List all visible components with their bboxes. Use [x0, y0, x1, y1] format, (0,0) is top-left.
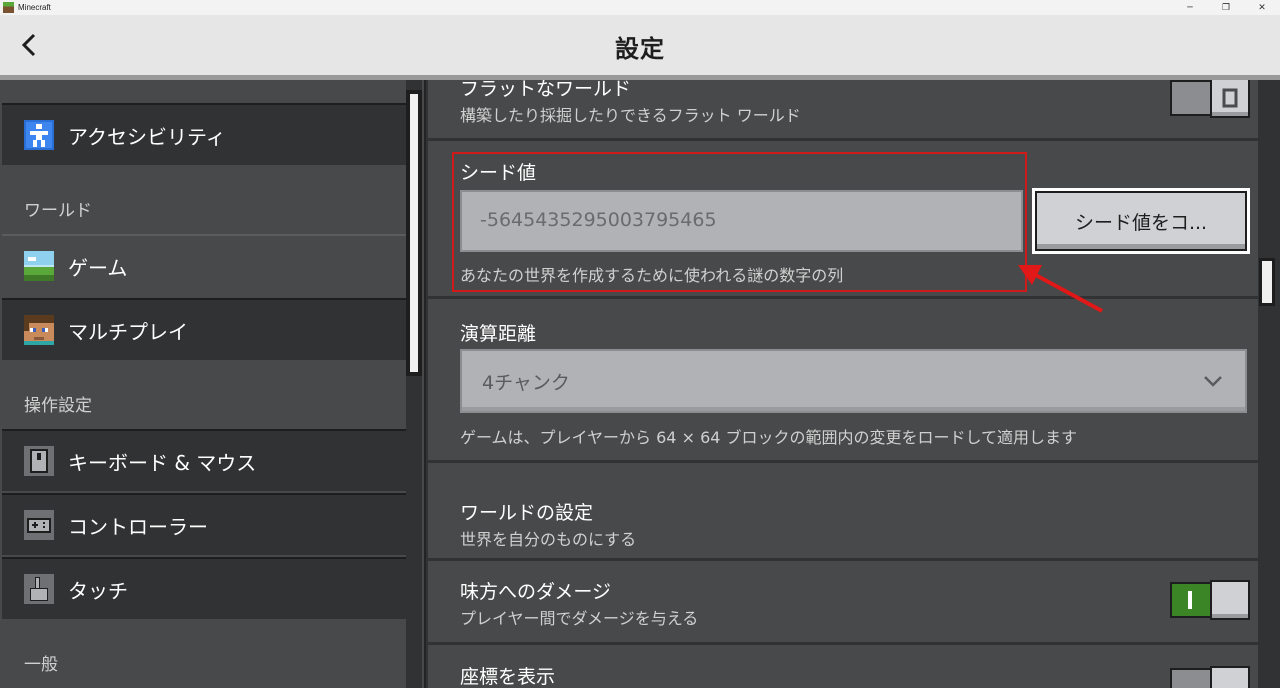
friendly-fire-desc: プレイヤー間でダメージを与える	[460, 609, 699, 628]
world-settings-desc: 世界を自分のものにする	[460, 530, 637, 549]
red-arrow-annotation	[1018, 265, 1103, 313]
sidebar-item-game[interactable]: ゲーム	[2, 234, 406, 296]
minecraft-app-icon	[3, 2, 14, 13]
mouse-icon	[24, 446, 54, 476]
landscape-icon	[24, 251, 54, 281]
flat-world-toggle[interactable]	[1170, 80, 1250, 118]
seed-highlight-annotation	[452, 152, 1027, 292]
row-divider	[428, 138, 1258, 141]
sim-distance-title: 演算距離	[460, 323, 537, 345]
sidebar-item-accessibility[interactable]: アクセシビリティ	[2, 103, 406, 165]
sidebar-item-label: アクセシビリティ	[68, 124, 226, 149]
copy-seed-button-face: シード値をコ...	[1035, 191, 1247, 251]
page-title: 設定	[615, 35, 665, 63]
accessibility-icon	[24, 120, 54, 150]
friendly-fire-toggle[interactable]	[1170, 580, 1250, 620]
content-scrollbar-track[interactable]	[1258, 80, 1280, 688]
restore-button[interactable]: ❐	[1208, 0, 1244, 15]
sidebar-item-touch[interactable]: タッチ	[2, 557, 406, 619]
show-coords-toggle[interactable]	[1170, 666, 1250, 688]
world-settings-title[interactable]: ワールドの設定	[460, 498, 593, 525]
show-coords-title: 座標を表示	[460, 666, 556, 688]
row-divider	[428, 296, 1258, 299]
content-scrollbar-thumb[interactable]	[1259, 258, 1275, 306]
row-divider	[428, 460, 1258, 463]
gamepad-icon	[24, 510, 54, 540]
sim-distance-value: 4チャンク	[482, 372, 570, 394]
copy-seed-label: シード値をコ...	[1074, 211, 1208, 234]
player-head-icon	[24, 315, 54, 345]
sidebar-item-controller[interactable]: コントローラー	[2, 493, 406, 555]
sidebar-item-label: ゲーム	[68, 255, 128, 280]
row-divider	[428, 558, 1258, 561]
sidebar-item-keyboard-mouse[interactable]: キーボード & マウス	[2, 429, 406, 491]
sim-distance-dropdown[interactable]: 4チャンク	[460, 349, 1247, 413]
copy-seed-button[interactable]: シード値をコ...	[1032, 188, 1250, 254]
toggle-on-mark-icon	[1188, 591, 1192, 609]
window-title: Minecraft	[18, 3, 51, 12]
section-header-controls: 操作設定	[24, 396, 92, 416]
sidebar-item-label: コントローラー	[68, 514, 208, 539]
row-divider	[428, 642, 1258, 645]
sidebar-scrollbar-thumb[interactable]	[406, 90, 422, 376]
chevron-down-icon	[1204, 376, 1222, 387]
close-button[interactable]: ✕	[1244, 0, 1280, 15]
toggle-knob	[1210, 580, 1250, 620]
settings-sidebar: アクセシビリティ ワールド ゲーム マルチプレイ 操作設定 キーボード & マウ…	[0, 80, 426, 688]
sidebar-item-label: マルチプレイ	[68, 319, 188, 344]
section-header-general: 一般	[24, 655, 58, 675]
minimize-button[interactable]: ─	[1172, 0, 1208, 15]
toggle-knob	[1210, 666, 1250, 688]
sidebar-item-multiplayer[interactable]: マルチプレイ	[2, 298, 406, 360]
window-controls: ─ ❐ ✕	[1172, 0, 1280, 15]
flat-world-title: フラットなワールド	[460, 80, 632, 100]
settings-header: 設定	[0, 15, 1280, 75]
toggle-off-mark-icon	[1222, 88, 1238, 108]
touch-hand-icon	[24, 574, 54, 604]
window-titlebar: Minecraft ─ ❐ ✕	[0, 0, 1280, 15]
sim-distance-desc: ゲームは、プレイヤーから 64 × 64 ブロックの範囲内の変更をロードして適用…	[460, 428, 1078, 447]
sidebar-item-label: タッチ	[68, 578, 128, 603]
flat-world-desc: 構築したり採掘したりできるフラット ワールド	[460, 106, 801, 125]
sidebar-item-label: キーボード & マウス	[68, 450, 257, 475]
friendly-fire-title: 味方へのダメージ	[460, 581, 612, 603]
section-header-world: ワールド	[24, 201, 92, 221]
